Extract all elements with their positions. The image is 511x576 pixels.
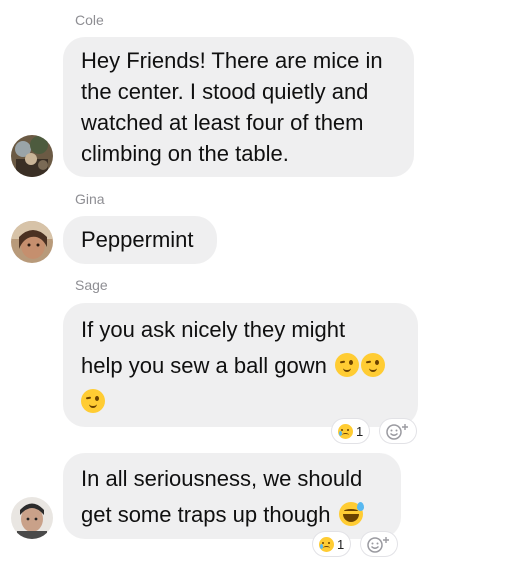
message-line: In all seriousness, we should [81, 466, 363, 491]
message-line: watched at least four of them [81, 110, 364, 135]
message-bubble[interactable]: Hey Friends! There are mice in the cente… [63, 37, 414, 177]
avatar[interactable] [11, 135, 53, 177]
message-line: climbing on the table. [81, 141, 289, 166]
sad-tear-face-icon [319, 536, 334, 552]
message-line: get some traps up though [81, 502, 331, 527]
reaction-count: 1 [337, 536, 345, 552]
message-bubble[interactable]: Peppermint [63, 216, 217, 264]
message-line: help you sew a ball gown [81, 353, 327, 378]
add-reaction-icon [386, 424, 408, 440]
grinning-sweat-face-icon [338, 502, 364, 526]
add-reaction-button[interactable] [361, 532, 397, 556]
sender-name: Gina [75, 191, 105, 207]
message-line: Peppermint [81, 227, 194, 252]
winking-face-icon [360, 353, 385, 377]
winking-face-icon [334, 353, 359, 377]
winking-face-icon [81, 389, 105, 413]
sad-tear-face-icon [338, 423, 353, 439]
reaction-badge[interactable]: 1 [332, 419, 370, 443]
add-reaction-button[interactable] [380, 419, 416, 443]
message-line: Hey Friends! There are mice in [81, 48, 383, 73]
message-bubble[interactable]: In all seriousness, we should get some t… [63, 453, 401, 539]
reaction-count: 1 [356, 423, 364, 439]
sender-name: Cole [75, 12, 104, 28]
sender-name: Sage [75, 277, 108, 293]
add-reaction-icon [367, 537, 389, 553]
message-line: If you ask nicely they might [81, 317, 346, 342]
reaction-badge[interactable]: 1 [313, 532, 351, 556]
avatar[interactable] [11, 497, 53, 539]
message-line: the center. I stood quietly and [81, 79, 369, 104]
avatar[interactable] [11, 221, 53, 263]
message-bubble[interactable]: If you ask nicely they might help you se… [63, 303, 418, 427]
